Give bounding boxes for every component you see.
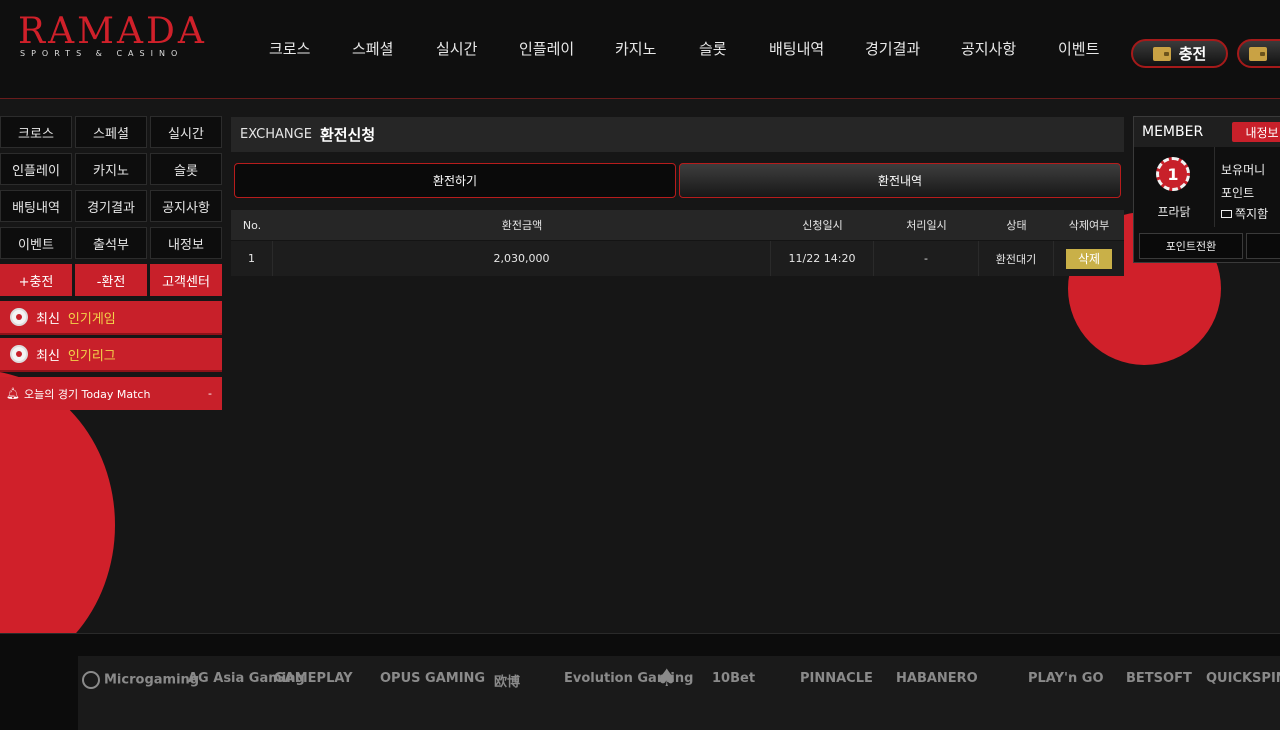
nav-item-results[interactable]: 경기결과 [865, 38, 920, 59]
referral-button[interactable]: 추천 [1246, 233, 1280, 259]
popular-game-prefix: 최신 [36, 311, 60, 327]
microgaming-icon [82, 671, 100, 689]
logo[interactable]: RAMADA SPORTS & CASINO [18, 11, 207, 59]
page-title-en: EXCHANGE [240, 127, 312, 142]
page-title: EXCHANGE 환전신청 [231, 117, 1124, 152]
collapse-toggle[interactable]: - [208, 387, 212, 400]
wallet-exchange-icon [1249, 46, 1267, 61]
provider-strip: Microgaming AG Asia Gaming GAMEPLAY OPUS… [78, 656, 1280, 730]
baseball-icon [10, 308, 28, 326]
cell-status: 환전대기 [979, 241, 1054, 276]
sidebar-item-live[interactable]: 실시간 [150, 116, 222, 148]
popular-game-bar[interactable]: 최신 인기게임 [0, 301, 222, 335]
soccer-ball-icon [10, 345, 28, 363]
point-convert-button[interactable]: 포인트전환 [1139, 233, 1243, 259]
nav-item-bet-history[interactable]: 배팅내역 [769, 38, 824, 59]
sidebar-item-inplay[interactable]: 인플레이 [0, 153, 72, 185]
sidebar-item-attendance[interactable]: 출석부 [75, 227, 147, 259]
sidebar-item-bet-history[interactable]: 배팅내역 [0, 190, 72, 222]
sidebar-item-notice[interactable]: 공지사항 [150, 190, 222, 222]
money-label: 보유머니 [1221, 163, 1266, 177]
nav-item-casino[interactable]: 카지노 [615, 38, 656, 59]
provider-logo: ♠ [656, 664, 678, 692]
provider-logo: OPUS GAMING [380, 671, 486, 686]
charge-label: 충전 [1178, 45, 1207, 63]
sidebar-item-my-info[interactable]: 내정보 [150, 227, 222, 259]
cell-amount: 2,030,000 [273, 241, 771, 276]
nav-item-slot[interactable]: 슬롯 [699, 38, 727, 59]
today-match-label: 오늘의 경기 Today Match [23, 387, 151, 401]
exchange-button[interactable] [1237, 39, 1280, 68]
popular-game-highlight: 인기게임 [67, 311, 116, 327]
provider-logo: QUICKSPIN [1206, 671, 1280, 686]
popular-league-highlight: 인기리그 [67, 348, 116, 364]
column-header-processed: 처리일시 [906, 219, 947, 232]
member-panel: MEMBER 내정보 1 프라닭 보유머니 포인트 쪽지함 포인트전환 추천 [1133, 116, 1280, 263]
bell-icon: 🔔︎ [6, 387, 20, 400]
sidebar-charge-button[interactable]: +충전 [0, 264, 72, 296]
exchange-table: No. 환전금액 신청일시 처리일시 상태 삭제여부 1 2,030,000 1… [231, 210, 1124, 276]
column-header-requested: 신청일시 [802, 219, 843, 232]
provider-logo: PLAY'n GO [1028, 671, 1104, 686]
nav-item-cross[interactable]: 크로스 [269, 38, 310, 59]
provider-logo: BETSOFT [1126, 671, 1192, 686]
column-header-no: No. [242, 218, 262, 232]
header: RAMADA SPORTS & CASINO 크로스 스페셜 실시간 인플레이 … [0, 0, 1280, 99]
table-header: No. 환전금액 신청일시 처리일시 상태 삭제여부 [231, 210, 1124, 240]
cell-delete: 삭제 [1054, 241, 1124, 276]
nav-item-event[interactable]: 이벤트 [1058, 38, 1099, 59]
message-box-link[interactable]: 쪽지함 [1221, 205, 1268, 222]
cell-processed: - [874, 241, 979, 276]
nav-item-special[interactable]: 스페셜 [352, 38, 393, 59]
sidebar-item-slot[interactable]: 슬롯 [150, 153, 222, 185]
sidebar-exchange-button[interactable]: -환전 [75, 264, 147, 296]
charge-button[interactable]: 충전 [1131, 39, 1228, 68]
provider-logo: HABANERO [896, 671, 978, 686]
tab-exchange[interactable]: 환전하기 [234, 163, 676, 198]
column-header-delete: 삭제여부 [1068, 219, 1110, 232]
footer: Microgaming AG Asia Gaming GAMEPLAY OPUS… [0, 633, 1280, 730]
sidebar-support-button[interactable]: 고객센터 [150, 264, 222, 296]
cell-requested: 11/22 14:20 [771, 241, 874, 276]
sidebar-item-special[interactable]: 스페셜 [75, 116, 147, 148]
provider-logo: 10Bet [712, 671, 756, 686]
provider-logo: PINNACLE [800, 671, 873, 686]
table-row: 1 2,030,000 11/22 14:20 - 환전대기 삭제 [231, 240, 1124, 276]
provider-logo: Microgaming [82, 671, 199, 689]
message-box-label: 쪽지함 [1235, 207, 1269, 221]
popular-league-bar[interactable]: 최신 인기리그 [0, 338, 222, 372]
sidebar-item-results[interactable]: 경기결과 [75, 190, 147, 222]
popular-league-prefix: 최신 [36, 348, 60, 364]
sidebar-item-cross[interactable]: 크로스 [0, 116, 72, 148]
nav-item-live[interactable]: 실시간 [436, 38, 477, 59]
sidebar-item-casino[interactable]: 카지노 [75, 153, 147, 185]
my-info-button[interactable]: 내정보 [1232, 122, 1280, 142]
point-label: 포인트 [1221, 186, 1255, 200]
provider-logo: 欧博 [494, 675, 521, 690]
wallet-icon [1152, 46, 1171, 61]
nav-item-inplay[interactable]: 인플레이 [519, 38, 574, 59]
column-header-status: 상태 [1006, 219, 1027, 232]
today-match-bar[interactable]: 🔔︎ 오늘의 경기 Today Match - [0, 377, 222, 410]
page: RAMADA SPORTS & CASINO 크로스 스페셜 실시간 인플레이 … [0, 0, 1280, 730]
sidebar-item-event[interactable]: 이벤트 [0, 227, 72, 259]
tab-exchange-history[interactable]: 환전내역 [679, 163, 1121, 198]
page-title-ko: 환전신청 [319, 126, 376, 144]
rank-label: 프라닭 [1157, 205, 1191, 219]
rank-badge-icon: 1 [1156, 157, 1190, 191]
divider [1214, 147, 1215, 227]
cell-no: 1 [231, 241, 273, 276]
delete-button[interactable]: 삭제 [1066, 248, 1112, 269]
nav-item-notice[interactable]: 공지사항 [961, 38, 1016, 59]
mail-icon [1221, 210, 1232, 218]
column-header-amount: 환전금액 [501, 219, 543, 232]
provider-logo: GAMEPLAY [274, 671, 353, 686]
logo-subtitle: SPORTS & CASINO [20, 49, 184, 58]
logo-text: RAMADA [18, 11, 207, 52]
